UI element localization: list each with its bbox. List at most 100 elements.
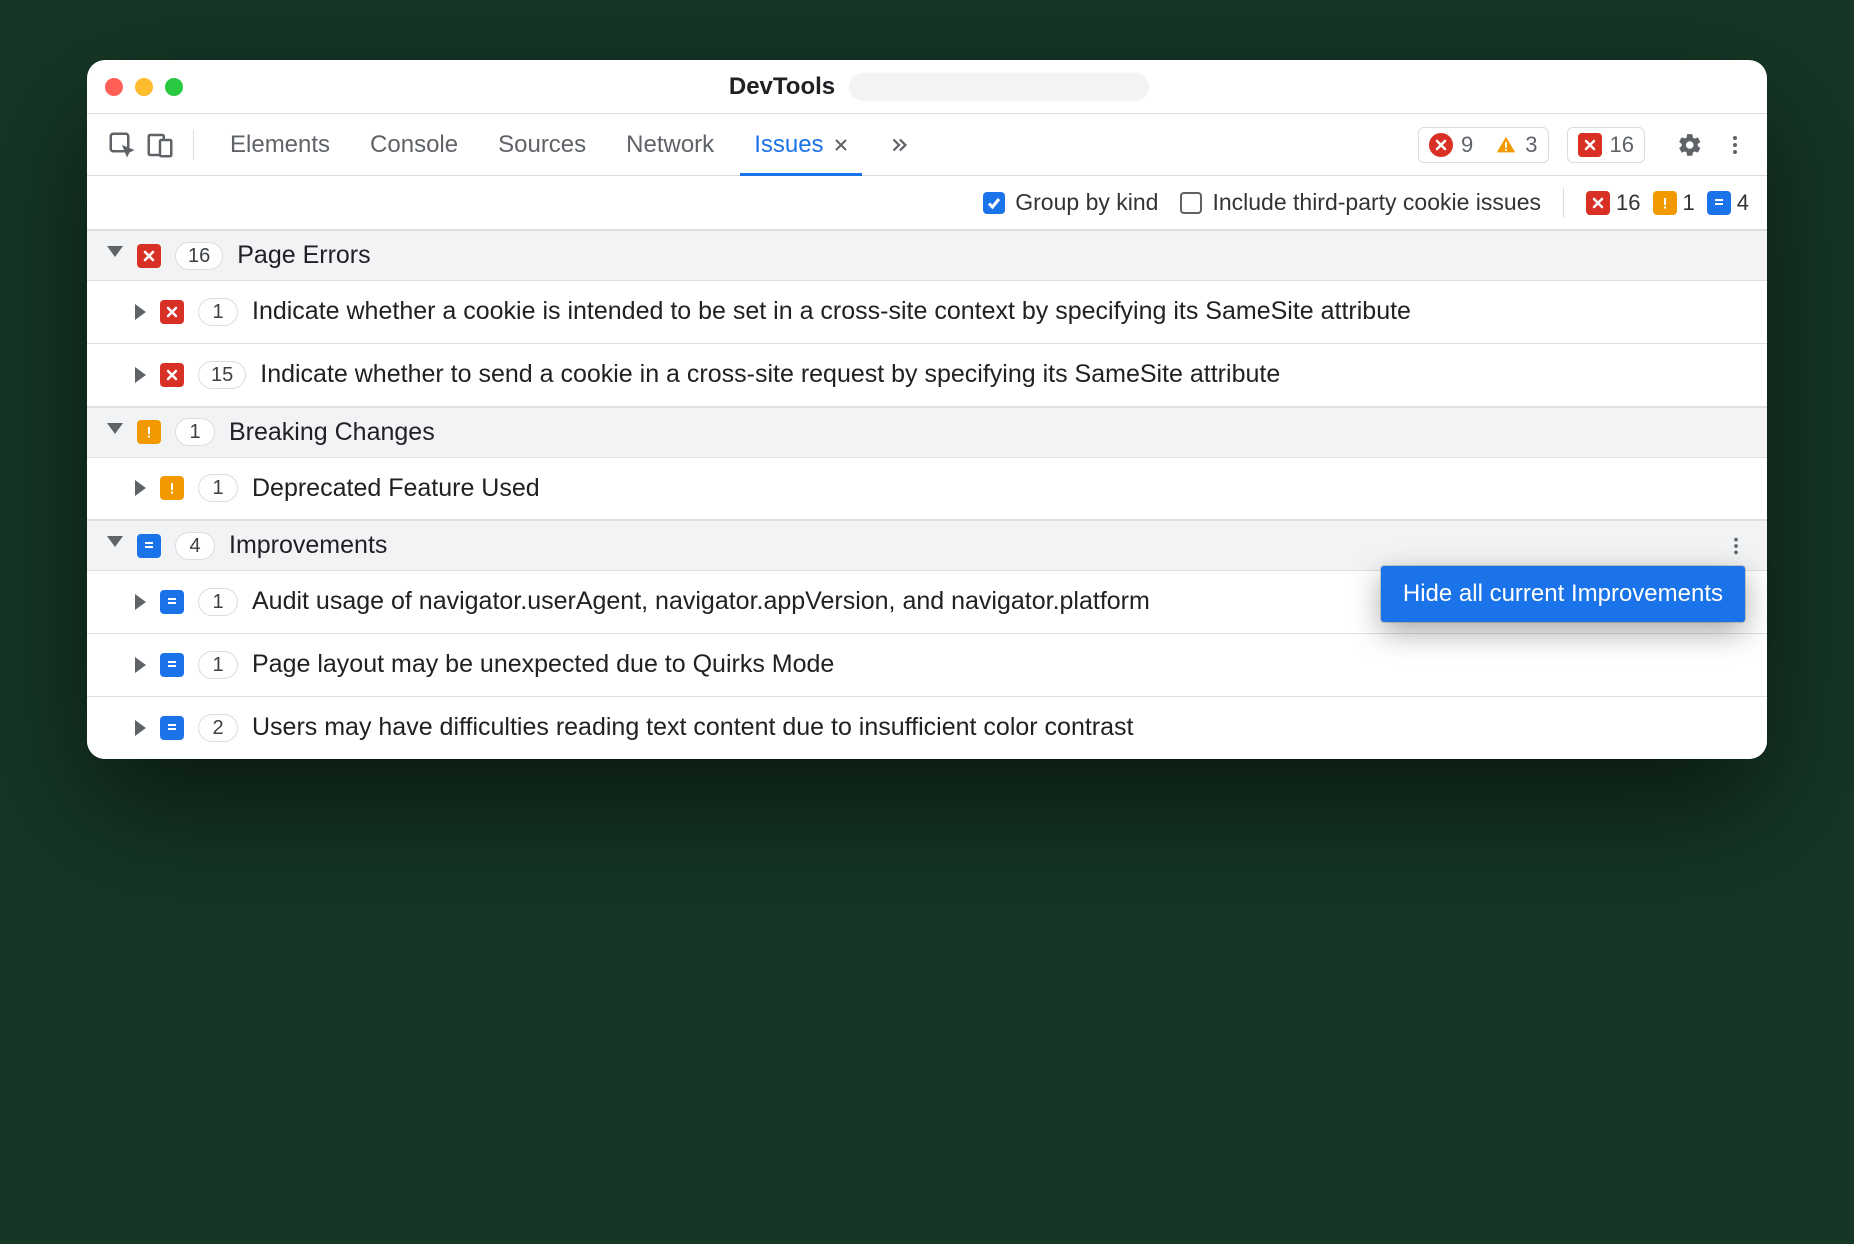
issue-count-pill: 1 bbox=[198, 588, 238, 616]
issue-row[interactable]: 15 Indicate whether to send a cookie in … bbox=[87, 344, 1767, 407]
tab-label: Network bbox=[626, 131, 714, 159]
chevron-right-icon bbox=[135, 304, 146, 320]
chevron-down-icon bbox=[107, 536, 123, 555]
issues-status-chip[interactable]: 16 bbox=[1567, 127, 1645, 163]
error-count: 9 bbox=[1461, 132, 1473, 158]
error-count-group[interactable]: 16 bbox=[1586, 190, 1640, 216]
title-bar: DevTools bbox=[87, 60, 1767, 114]
checkbox-label: Group by kind bbox=[1015, 189, 1158, 216]
issues-filter-bar: Group by kind Include third-party cookie… bbox=[87, 176, 1767, 230]
warning-speech-icon bbox=[160, 476, 184, 500]
window-subtitle-redacted bbox=[849, 73, 1149, 101]
issue-row[interactable]: 2 Users may have difficulties reading te… bbox=[87, 697, 1767, 759]
info-speech-icon bbox=[137, 534, 161, 558]
close-tab-icon[interactable] bbox=[834, 138, 848, 152]
chevron-right-icon bbox=[135, 367, 146, 383]
issue-title: Deprecated Feature Used bbox=[252, 472, 1747, 506]
group-header-page-errors[interactable]: 16 Page Errors bbox=[87, 230, 1767, 281]
group-title: Page Errors bbox=[237, 241, 370, 270]
group-title: Improvements bbox=[229, 531, 387, 560]
chevron-double-right-icon bbox=[888, 134, 910, 156]
info-speech-icon bbox=[160, 716, 184, 740]
chevron-down-icon bbox=[107, 246, 123, 265]
console-status-chip[interactable]: 9 3 bbox=[1418, 127, 1549, 163]
warning-speech-icon bbox=[137, 420, 161, 444]
issue-row[interactable]: 1 Deprecated Feature Used bbox=[87, 458, 1767, 521]
group-by-kind-toggle[interactable]: Group by kind bbox=[983, 189, 1158, 216]
settings-icon[interactable] bbox=[1671, 126, 1709, 164]
info-speech-icon bbox=[160, 590, 184, 614]
issue-kind-counts: 16 1 4 bbox=[1586, 190, 1749, 216]
main-toolbar: Elements Console Sources Network Issues bbox=[87, 114, 1767, 176]
issue-title: Users may have difficulties reading text… bbox=[252, 711, 1747, 745]
error-speech-icon bbox=[160, 363, 184, 387]
chevron-right-icon bbox=[135, 657, 146, 673]
context-menu-item-label: Hide all current Improvements bbox=[1403, 580, 1723, 607]
info-count-group[interactable]: 4 bbox=[1707, 190, 1749, 216]
warning-speech-icon bbox=[1653, 191, 1677, 215]
chevron-right-icon bbox=[135, 720, 146, 736]
minimize-window-button[interactable] bbox=[135, 78, 153, 96]
issue-count-pill: 1 bbox=[198, 474, 238, 502]
info-speech-icon bbox=[1707, 191, 1731, 215]
error-speech-icon bbox=[160, 300, 184, 324]
tab-label: Issues bbox=[754, 131, 823, 159]
checkbox-unchecked-icon bbox=[1180, 192, 1202, 214]
error-speech-icon bbox=[1586, 191, 1610, 215]
group-count-pill: 4 bbox=[175, 532, 215, 560]
more-options-icon[interactable] bbox=[1717, 127, 1753, 163]
issue-title: Indicate whether a cookie is intended to… bbox=[252, 295, 1747, 329]
issue-title: Indicate whether to send a cookie in a c… bbox=[260, 358, 1747, 392]
separator bbox=[1563, 188, 1564, 218]
issue-count-pill: 1 bbox=[198, 651, 238, 679]
info-speech-icon bbox=[160, 653, 184, 677]
issue-title: Page layout may be unexpected due to Qui… bbox=[252, 648, 1747, 682]
group-count-pill: 1 bbox=[175, 418, 215, 446]
group-header-breaking-changes[interactable]: 1 Breaking Changes bbox=[87, 407, 1767, 458]
inspect-element-icon[interactable] bbox=[107, 130, 137, 160]
device-toolbar-icon[interactable] bbox=[145, 130, 175, 160]
issue-count-pill: 1 bbox=[198, 298, 238, 326]
group-header-improvements[interactable]: 4 Improvements bbox=[87, 520, 1767, 571]
issue-row[interactable]: 1 Indicate whether a cookie is intended … bbox=[87, 281, 1767, 344]
tab-label: Sources bbox=[498, 131, 586, 159]
more-tabs-button[interactable] bbox=[870, 114, 928, 175]
window-controls bbox=[105, 78, 183, 96]
error-speech-icon bbox=[137, 244, 161, 268]
count-value: 16 bbox=[1616, 190, 1640, 216]
tab-sources[interactable]: Sources bbox=[480, 114, 604, 175]
devtools-window: DevTools Elements Cons bbox=[87, 60, 1767, 759]
close-window-button[interactable] bbox=[105, 78, 123, 96]
checkbox-checked-icon bbox=[983, 192, 1005, 214]
issue-row[interactable]: 1 Page layout may be unexpected due to Q… bbox=[87, 634, 1767, 697]
panel-tabs: Elements Console Sources Network Issues bbox=[212, 114, 928, 175]
group-more-options-icon[interactable] bbox=[1719, 529, 1753, 563]
warning-count: 3 bbox=[1525, 132, 1537, 158]
tab-label: Console bbox=[370, 131, 458, 159]
chevron-right-icon bbox=[135, 594, 146, 610]
tab-issues[interactable]: Issues bbox=[736, 114, 865, 175]
tab-elements[interactable]: Elements bbox=[212, 114, 348, 175]
error-speech-icon bbox=[1578, 133, 1602, 157]
window-title: DevTools bbox=[729, 73, 835, 101]
include-third-party-toggle[interactable]: Include third-party cookie issues bbox=[1180, 189, 1541, 216]
issues-count: 16 bbox=[1610, 132, 1634, 158]
chevron-down-icon bbox=[107, 423, 123, 442]
warning-count-group[interactable]: 1 bbox=[1653, 190, 1695, 216]
issues-list: 16 Page Errors 1 Indicate whether a cook… bbox=[87, 230, 1767, 759]
count-value: 4 bbox=[1737, 190, 1749, 216]
checkbox-label: Include third-party cookie issues bbox=[1212, 189, 1541, 216]
chevron-right-icon bbox=[135, 480, 146, 496]
toolbar-separator bbox=[193, 130, 194, 160]
count-value: 1 bbox=[1683, 190, 1695, 216]
group-title: Breaking Changes bbox=[229, 418, 435, 447]
context-menu-hide-improvements[interactable]: Hide all current Improvements bbox=[1381, 566, 1745, 622]
warning-icon bbox=[1495, 134, 1517, 156]
error-icon bbox=[1429, 133, 1453, 157]
issue-count-pill: 15 bbox=[198, 361, 246, 389]
group-count-pill: 16 bbox=[175, 242, 223, 270]
zoom-window-button[interactable] bbox=[165, 78, 183, 96]
issue-count-pill: 2 bbox=[198, 714, 238, 742]
tab-network[interactable]: Network bbox=[608, 114, 732, 175]
tab-console[interactable]: Console bbox=[352, 114, 476, 175]
